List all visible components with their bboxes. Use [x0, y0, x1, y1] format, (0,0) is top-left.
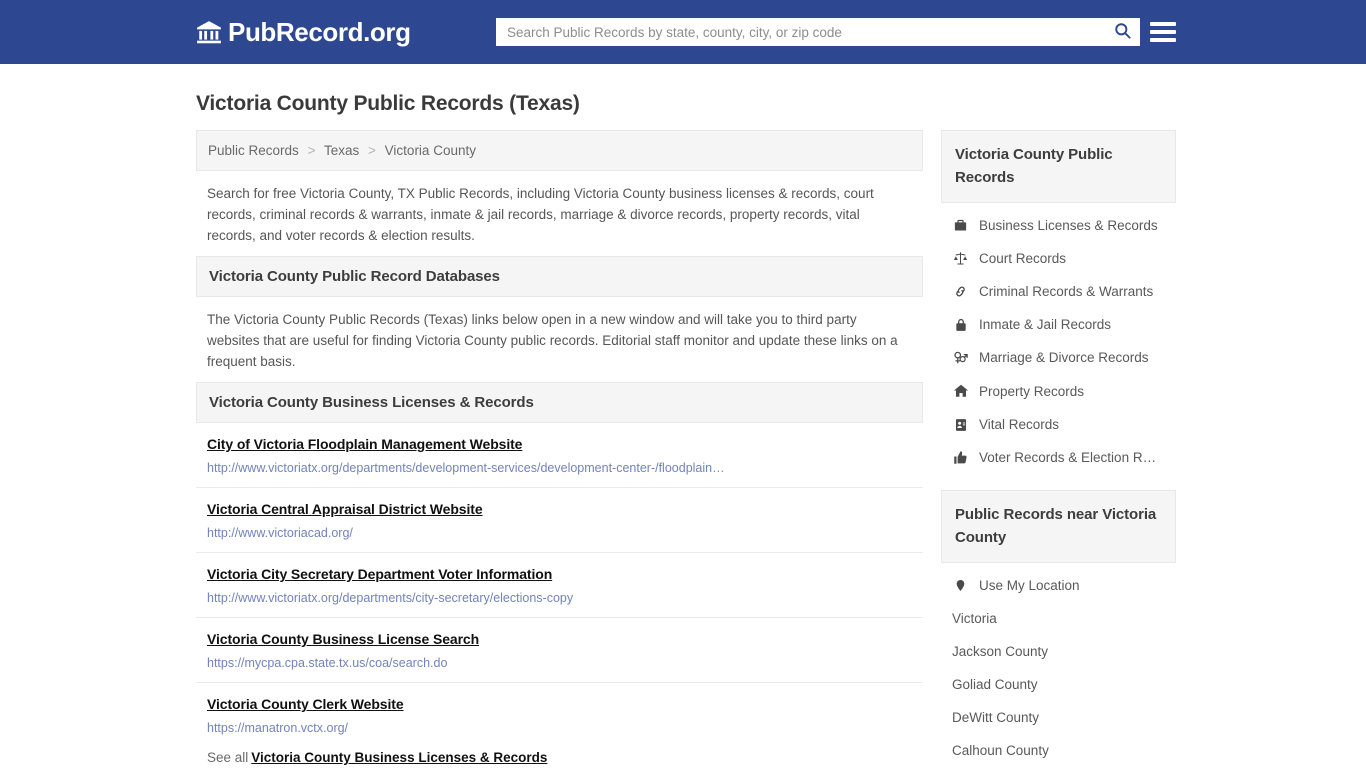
hamburger-bar [1150, 38, 1176, 42]
sidebar-item-label: Inmate & Jail Records [979, 317, 1112, 332]
list-item: Victoria Central Appraisal District Webs… [196, 488, 923, 553]
sidebar-item-label: Criminal Records & Warrants [979, 284, 1154, 299]
sidebar-item-goliad-county[interactable]: Goliad County [941, 668, 1176, 701]
site-header: PubRecord.org [0, 0, 1366, 64]
record-link-title[interactable]: Victoria County Business License Search [207, 631, 479, 647]
sidebar-records-header: Victoria County Public Records [941, 130, 1176, 203]
record-link-title[interactable]: City of Victoria Floodplain Management W… [207, 436, 522, 452]
record-link-title[interactable]: Victoria City Secretary Department Voter… [207, 566, 552, 582]
page-title: Victoria County Public Records (Texas) [196, 92, 580, 115]
sidebar-item-label: DeWitt County [952, 710, 1040, 725]
search-button[interactable] [1105, 19, 1139, 45]
sidebar-item-label: Goliad County [952, 677, 1038, 692]
record-link-title[interactable]: Victoria County Clerk Website [207, 696, 404, 712]
page-body: Victoria County Public Records (Texas) P… [0, 92, 1366, 768]
venus-mars-icon [952, 350, 969, 365]
sidebar-item-label: Use My Location [979, 578, 1080, 593]
sidebar-item-label: Business Licenses & Records [979, 218, 1158, 233]
sidebar-card-nearby: Public Records near Victoria County Use … [941, 490, 1176, 767]
record-link-url[interactable]: https://manatron.vctx.org/ [207, 721, 912, 735]
see-all-row: See all Victoria County Business Licenses… [196, 747, 923, 768]
sidebar-item-use-my-location[interactable]: Use My Location [941, 569, 1176, 602]
sidebar-records-heading: Victoria County Public Records [955, 146, 1113, 186]
sidebar-item-court-records[interactable]: Court Records [941, 242, 1176, 275]
main-content: Public Records > Texas > Victoria County… [196, 130, 923, 768]
list-item: Victoria County Business License Search … [196, 618, 923, 683]
databases-heading: Victoria County Public Record Databases [209, 268, 500, 285]
handcuffs-icon [952, 284, 969, 299]
business-section-header: Victoria County Business Licenses & Reco… [196, 382, 923, 423]
home-icon [952, 383, 969, 399]
hamburger-bar [1150, 22, 1176, 26]
breadcrumb-item-victoria-county[interactable]: Victoria County [385, 143, 476, 158]
site-logo[interactable]: PubRecord.org [196, 17, 411, 48]
hamburger-menu-icon[interactable] [1150, 19, 1176, 45]
see-all-prefix: See all [207, 750, 249, 765]
sidebar-item-property-records[interactable]: Property Records [941, 374, 1176, 408]
sidebar-item-label: Court Records [979, 251, 1067, 266]
sidebar-card-records: Victoria County Public Records Business … [941, 130, 1176, 474]
business-heading: Victoria County Business Licenses & Reco… [209, 394, 534, 411]
breadcrumb-separator: > [368, 143, 376, 158]
lock-icon [952, 318, 969, 332]
sidebar-item-business-licenses[interactable]: Business Licenses & Records [941, 209, 1176, 242]
id-card-icon [952, 418, 969, 432]
sidebar-item-label: Jackson County [952, 644, 1049, 659]
record-link-url[interactable]: http://www.victoriacad.org/ [207, 526, 912, 540]
sidebar-item-label: Voter Records & Election R… [979, 450, 1157, 465]
business-links-list: City of Victoria Floodplain Management W… [196, 423, 923, 747]
sidebar-item-label: Marriage & Divorce Records [979, 350, 1149, 365]
search-icon [1113, 21, 1132, 43]
see-all-link[interactable]: Victoria County Business Licenses & Reco… [251, 750, 547, 765]
list-item: Victoria City Secretary Department Voter… [196, 553, 923, 618]
databases-paragraph: The Victoria County Public Records (Texa… [207, 312, 898, 369]
sidebar-item-victoria[interactable]: Victoria [941, 602, 1176, 635]
list-item: City of Victoria Floodplain Management W… [196, 423, 923, 488]
intro-paragraph: Search for free Victoria County, TX Publ… [207, 186, 874, 243]
sidebar-item-vital-records[interactable]: Vital Records [941, 408, 1176, 441]
breadcrumb-separator: > [307, 143, 316, 158]
record-link-title[interactable]: Victoria Central Appraisal District Webs… [207, 501, 483, 517]
sidebar-item-inmate-jail-records[interactable]: Inmate & Jail Records [941, 308, 1176, 341]
sidebar-item-dewitt-county[interactable]: DeWitt County [941, 701, 1176, 734]
sidebar-item-jackson-county[interactable]: Jackson County [941, 635, 1176, 668]
sidebar-nearby-header: Public Records near Victoria County [941, 490, 1176, 563]
record-link-url[interactable]: http://www.victoriatx.org/departments/ci… [207, 591, 912, 605]
breadcrumb-item-texas[interactable]: Texas [324, 143, 359, 158]
thumbs-up-icon [952, 450, 969, 465]
breadcrumb-item-public-records[interactable]: Public Records [208, 143, 299, 158]
sidebar-nearby-list: Use My Location Victoria Jackson County … [941, 563, 1176, 767]
search-bar[interactable] [496, 18, 1140, 46]
sidebar-item-label: Calhoun County [952, 743, 1049, 758]
map-pin-icon [952, 579, 969, 592]
sidebar-item-label: Vital Records [979, 417, 1060, 432]
search-input[interactable] [497, 19, 1105, 45]
sidebar-item-label: Property Records [979, 383, 1085, 399]
sidebar-item-criminal-records[interactable]: Criminal Records & Warrants [941, 275, 1176, 308]
sidebar-item-voter-records[interactable]: Voter Records & Election R… [941, 441, 1176, 474]
logo-text: PubRecord.org [228, 16, 411, 47]
sidebar-nearby-heading: Public Records near Victoria County [955, 506, 1157, 546]
sidebar-item-marriage-divorce-records[interactable]: Marriage & Divorce Records [941, 341, 1176, 374]
breadcrumb: Public Records > Texas > Victoria County [196, 130, 923, 171]
sidebar-item-calhoun-county[interactable]: Calhoun County [941, 734, 1176, 767]
record-link-url[interactable]: https://mycpa.cpa.state.tx.us/coa/search… [207, 656, 912, 670]
sidebar-item-label: Victoria [952, 611, 997, 626]
sidebar: Victoria County Public Records Business … [941, 130, 1176, 768]
list-item: Victoria County Clerk Website https://ma… [196, 683, 923, 747]
sidebar-records-list: Business Licenses & Records Court Record… [941, 203, 1176, 474]
record-link-url[interactable]: http://www.victoriatx.org/departments/de… [207, 461, 912, 475]
briefcase-icon [952, 218, 969, 233]
balance-scale-icon [952, 251, 969, 266]
hamburger-bar [1150, 30, 1176, 34]
bank-building-icon [196, 19, 222, 45]
databases-section-header: Victoria County Public Record Databases [196, 256, 923, 297]
